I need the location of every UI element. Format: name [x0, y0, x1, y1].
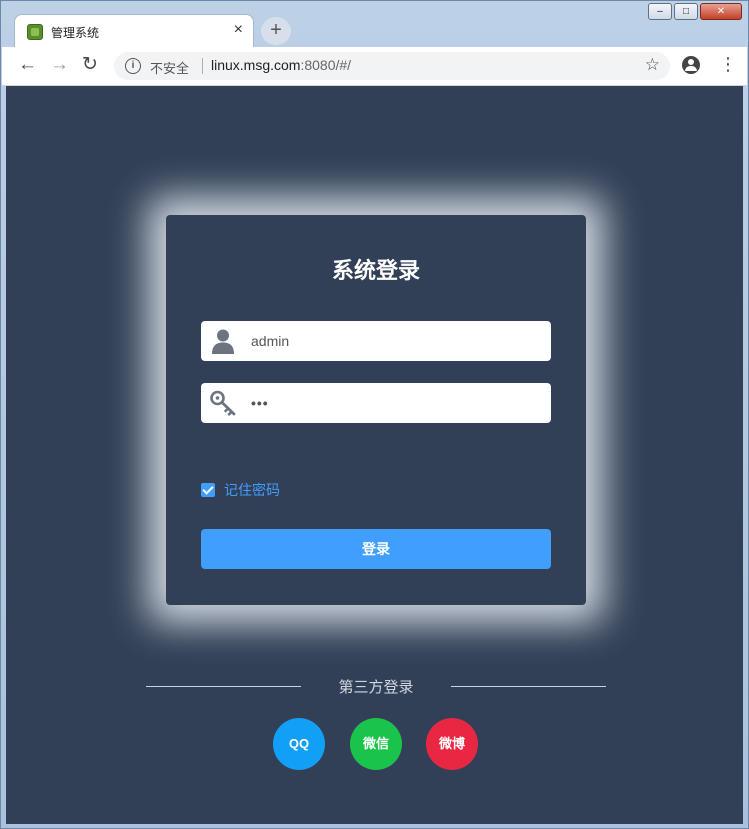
omnibox-divider — [202, 58, 203, 74]
reload-icon[interactable]: ↻ — [82, 54, 98, 76]
tab-close-icon[interactable]: × — [234, 21, 243, 39]
username-input[interactable]: admin — [251, 321, 541, 361]
new-tab-button[interactable]: + — [261, 17, 291, 45]
wechat-login-button[interactable]: 微信 — [350, 718, 402, 770]
maximize-button[interactable]: □ — [674, 3, 698, 20]
login-title: 系统登录 — [331, 258, 420, 283]
window-controls: – □ ✕ — [648, 3, 742, 20]
qq-login-button[interactable]: QQ — [273, 718, 325, 770]
browser-toolbar: ← → ↻ i 不安全 linux.msg.com:8080/#/ ☆ ⋮ — [2, 47, 747, 86]
remember-checkbox[interactable] — [201, 483, 215, 497]
back-arrow-icon[interactable]: ← — [18, 54, 37, 76]
browser-tab[interactable]: 管理系统 × — [14, 14, 254, 48]
third-party-label: 第三方登录 — [338, 679, 414, 696]
security-status[interactable]: 不安全 — [150, 58, 189, 77]
url-text[interactable]: linux.msg.com:8080/#/ — [211, 57, 351, 73]
page-content: 系统登录 admin ••• 记住密码 登录 第三方登录 QQ 微信 微博 — [6, 86, 743, 824]
url-host: linux.msg.com — [211, 57, 301, 73]
login-button[interactable]: 登录 — [201, 529, 551, 569]
remember-label[interactable]: 记住密码 — [224, 480, 280, 500]
username-field[interactable]: admin — [201, 321, 551, 361]
account-icon[interactable] — [682, 56, 700, 74]
favicon-icon — [27, 24, 43, 40]
forward-arrow-icon[interactable]: → — [50, 54, 69, 76]
browser-window: 管理系统 × + – □ ✕ ← → ↻ i 不安全 linux.msg.com… — [0, 0, 749, 829]
password-field[interactable]: ••• — [201, 383, 551, 423]
info-icon[interactable]: i — [125, 58, 141, 74]
third-party-divider: 第三方登录 — [146, 676, 606, 696]
user-icon — [212, 329, 234, 354]
login-card: 系统登录 admin ••• 记住密码 登录 — [166, 215, 586, 605]
password-input[interactable]: ••• — [251, 383, 541, 423]
bookmark-star-icon[interactable]: ☆ — [645, 55, 660, 75]
title-bar: 管理系统 × + – □ ✕ — [1, 1, 748, 48]
more-menu-icon[interactable]: ⋮ — [719, 54, 737, 74]
tab-title: 管理系统 — [51, 26, 100, 40]
remember-password[interactable]: 记住密码 — [201, 480, 280, 500]
url-path: :8080/#/ — [300, 57, 352, 73]
close-window-button[interactable]: ✕ — [700, 3, 742, 20]
weibo-login-button[interactable]: 微博 — [426, 718, 478, 770]
address-bar[interactable]: i 不安全 linux.msg.com:8080/#/ ☆ — [114, 52, 670, 80]
divider-line-left — [146, 686, 301, 687]
key-icon — [210, 390, 236, 416]
divider-line-right — [451, 686, 606, 687]
minimize-button[interactable]: – — [648, 3, 672, 20]
